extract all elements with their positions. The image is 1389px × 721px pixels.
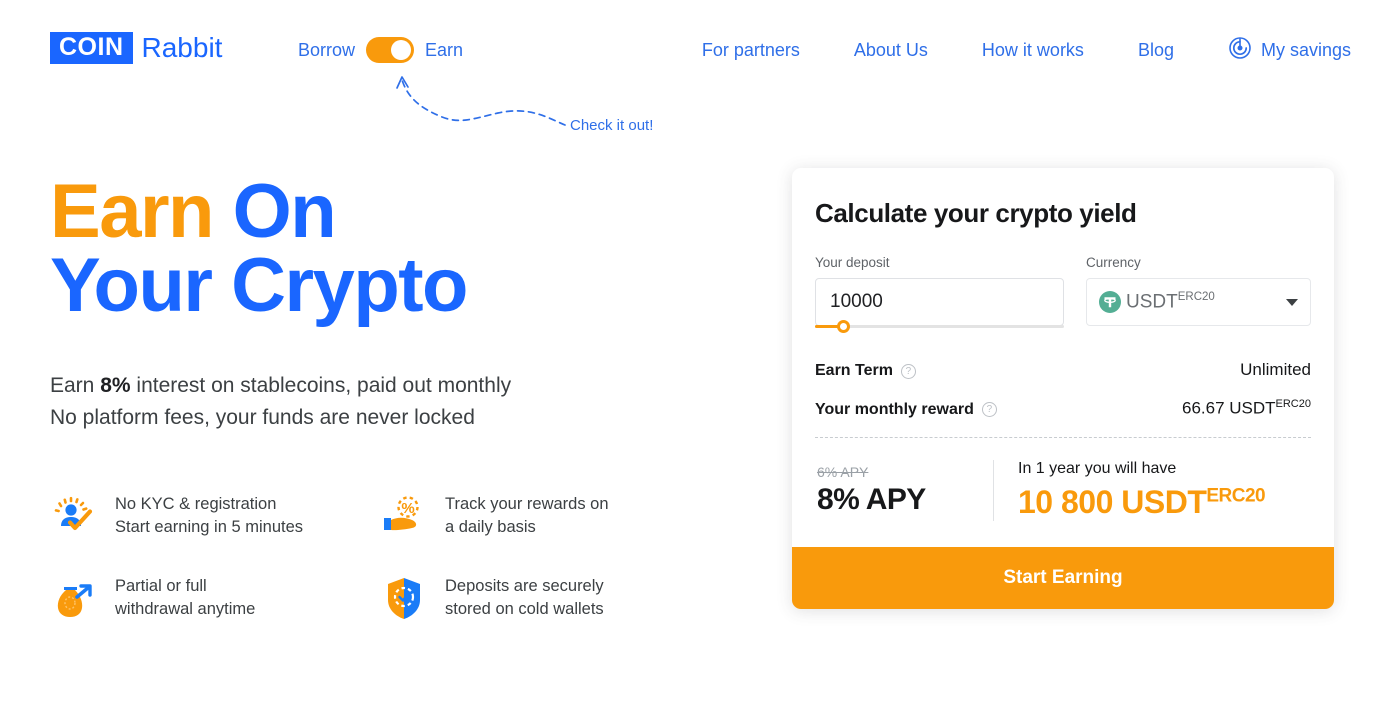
feature-line2: a daily basis xyxy=(445,518,536,536)
currency-ticker: USDT xyxy=(1126,291,1178,313)
logo-badge: COIN xyxy=(50,32,133,64)
projection-amount: 10 800 USDTERC20 xyxy=(1018,484,1311,521)
monthly-reward-amount: 66.67 USDT xyxy=(1181,398,1276,418)
currency-field-group: Currency USDTERC20 xyxy=(1086,255,1311,330)
start-earning-button[interactable]: Start Earning xyxy=(792,546,1334,609)
hero-sub-rate: 8% xyxy=(100,373,131,397)
hero-title-line2: Your Crypto xyxy=(50,243,468,329)
deposit-value: 10000 xyxy=(830,291,883,312)
feature-item: % Track your rewards on a daily basis xyxy=(380,492,710,540)
user-check-icon xyxy=(50,492,98,540)
nav-item-my-savings[interactable]: My savings xyxy=(1228,36,1351,65)
apy-block: 6% APY 8% APY xyxy=(815,464,993,517)
calculator-title: Calculate your crypto yield xyxy=(815,198,1137,228)
help-icon[interactable]: ? xyxy=(900,363,916,379)
hero-sub-line2: No platform fees, your funds are never l… xyxy=(50,405,475,429)
feature-line1: Partial or full xyxy=(115,576,207,595)
currency-select[interactable]: USDTERC20 xyxy=(1086,278,1311,326)
feature-line2: Start earning in 5 minutes xyxy=(115,518,304,536)
row-monthly-reward: Your monthly reward ? 66.67 USDTERC20 xyxy=(815,398,1311,419)
slider-thumb[interactable] xyxy=(837,320,850,333)
yield-calculator-card: Calculate your crypto yield Your deposit… xyxy=(792,168,1334,609)
toggle-label-earn[interactable]: Earn xyxy=(425,40,463,61)
deposit-slider[interactable] xyxy=(815,320,1064,333)
earn-term-label-text: Earn Term xyxy=(815,362,893,379)
feature-line2: withdrawal anytime xyxy=(115,600,256,618)
feature-text: Deposits are securely stored on cold wal… xyxy=(445,575,604,622)
calculator-fields: Your deposit 10000 Currency USDTERC20 xyxy=(815,255,1311,333)
deposit-input[interactable]: 10000 xyxy=(815,278,1064,326)
toggle-knob xyxy=(391,40,412,60)
currency-name: USDTERC20 xyxy=(1126,291,1215,313)
feature-text: Track your rewards on a daily basis xyxy=(445,493,609,540)
hero-title-rest: On xyxy=(212,169,337,254)
hero-sub-pre: Earn xyxy=(50,373,101,397)
projection-block: In 1 year you will have 10 800 USDTERC20 xyxy=(1018,460,1311,521)
svg-text:%: % xyxy=(401,500,414,517)
logo[interactable]: COIN Rabbit xyxy=(50,32,222,64)
summary-divider xyxy=(993,459,994,521)
chevron-down-icon[interactable] xyxy=(1286,298,1298,306)
new-apy-value: 8% APY xyxy=(817,482,926,516)
feature-line2: stored on cold wallets xyxy=(445,600,604,618)
hero-title: Earn On Your Crypto xyxy=(50,174,750,324)
savings-spiral-icon xyxy=(1228,36,1252,65)
mode-toggle-switch[interactable] xyxy=(366,37,415,63)
nav-item-my-savings-label: My savings xyxy=(1260,40,1351,60)
currency-network: ERC20 xyxy=(1177,290,1215,303)
monthly-reward-label-text: Your monthly reward xyxy=(815,400,974,418)
annotation-text: Check it out! xyxy=(570,117,654,134)
projection-network: ERC20 xyxy=(1206,485,1266,506)
feature-text: Partial or full withdrawal anytime xyxy=(115,575,255,622)
borrow-earn-toggle-group[interactable]: Borrow Earn xyxy=(298,37,463,63)
hero-sub-post: interest on stablecoins, paid out monthl… xyxy=(130,373,512,397)
hero-subtitle: Earn 8% interest on stablecoins, paid ou… xyxy=(50,370,750,434)
currency-label: Currency xyxy=(1086,255,1141,270)
feature-line1: Deposits are securely xyxy=(445,576,604,595)
feature-line1: No KYC & registration xyxy=(115,494,277,513)
nav-item-how-it-works[interactable]: How it works xyxy=(982,40,1084,61)
calculator-rows: Earn Term ? Unlimited Your monthly rewar… xyxy=(815,360,1311,419)
projection-amount-text: 10 800 USDT xyxy=(1018,483,1207,520)
earn-term-value: Unlimited xyxy=(1240,360,1311,379)
deposit-label: Your deposit xyxy=(815,255,890,270)
projection-caption: In 1 year you will have xyxy=(1018,459,1177,477)
monthly-reward-network: ERC20 xyxy=(1275,398,1311,410)
row-earn-term: Earn Term ? Unlimited xyxy=(815,360,1311,380)
help-icon[interactable]: ? xyxy=(981,402,997,418)
feature-item: Partial or full withdrawal anytime xyxy=(50,574,380,622)
main-nav: For partners About Us How it works Blog … xyxy=(648,36,1351,65)
page-root: COIN Rabbit Borrow Earn For partners Abo… xyxy=(0,0,1389,721)
nav-item-about-us[interactable]: About Us xyxy=(854,40,928,61)
nav-item-blog[interactable]: Blog xyxy=(1138,40,1174,61)
calculator-body: Calculate your crypto yield Your deposit… xyxy=(792,168,1334,547)
site-header: COIN Rabbit Borrow Earn For partners Abo… xyxy=(0,0,1389,134)
monthly-reward-value: 66.67 USDTERC20 xyxy=(1182,398,1311,419)
currency-selected: USDTERC20 xyxy=(1099,291,1215,313)
deposit-field-group: Your deposit 10000 xyxy=(815,255,1064,333)
feature-item: No KYC & registration Start earning in 5… xyxy=(50,492,380,540)
earn-term-label: Earn Term ? xyxy=(815,362,916,380)
shield-check-icon xyxy=(380,574,428,622)
feature-text: No KYC & registration Start earning in 5… xyxy=(115,493,303,540)
feature-item: Deposits are securely stored on cold wal… xyxy=(380,574,710,622)
toggle-label-borrow[interactable]: Borrow xyxy=(298,40,355,61)
feature-line1: Track your rewards on xyxy=(445,494,609,513)
feature-list: No KYC & registration Start earning in 5… xyxy=(50,492,710,622)
apy-summary: 6% APY 8% APY In 1 year you will have 10… xyxy=(815,438,1311,547)
slider-track xyxy=(815,325,1064,328)
nav-item-for-partners[interactable]: For partners xyxy=(702,40,800,61)
hero-section: Earn On Your Crypto Earn 8% interest on … xyxy=(50,174,750,434)
hand-percent-icon: % xyxy=(380,492,428,540)
hero-title-accent: Earn xyxy=(50,169,214,254)
old-apy-value: 6% APY xyxy=(817,463,869,480)
tether-icon xyxy=(1099,290,1121,313)
monthly-reward-label: Your monthly reward ? xyxy=(815,401,997,419)
logo-word: Rabbit xyxy=(141,32,223,63)
money-bag-arrow-icon xyxy=(50,574,98,622)
check-it-out-annotation: Check it out! xyxy=(380,72,700,147)
